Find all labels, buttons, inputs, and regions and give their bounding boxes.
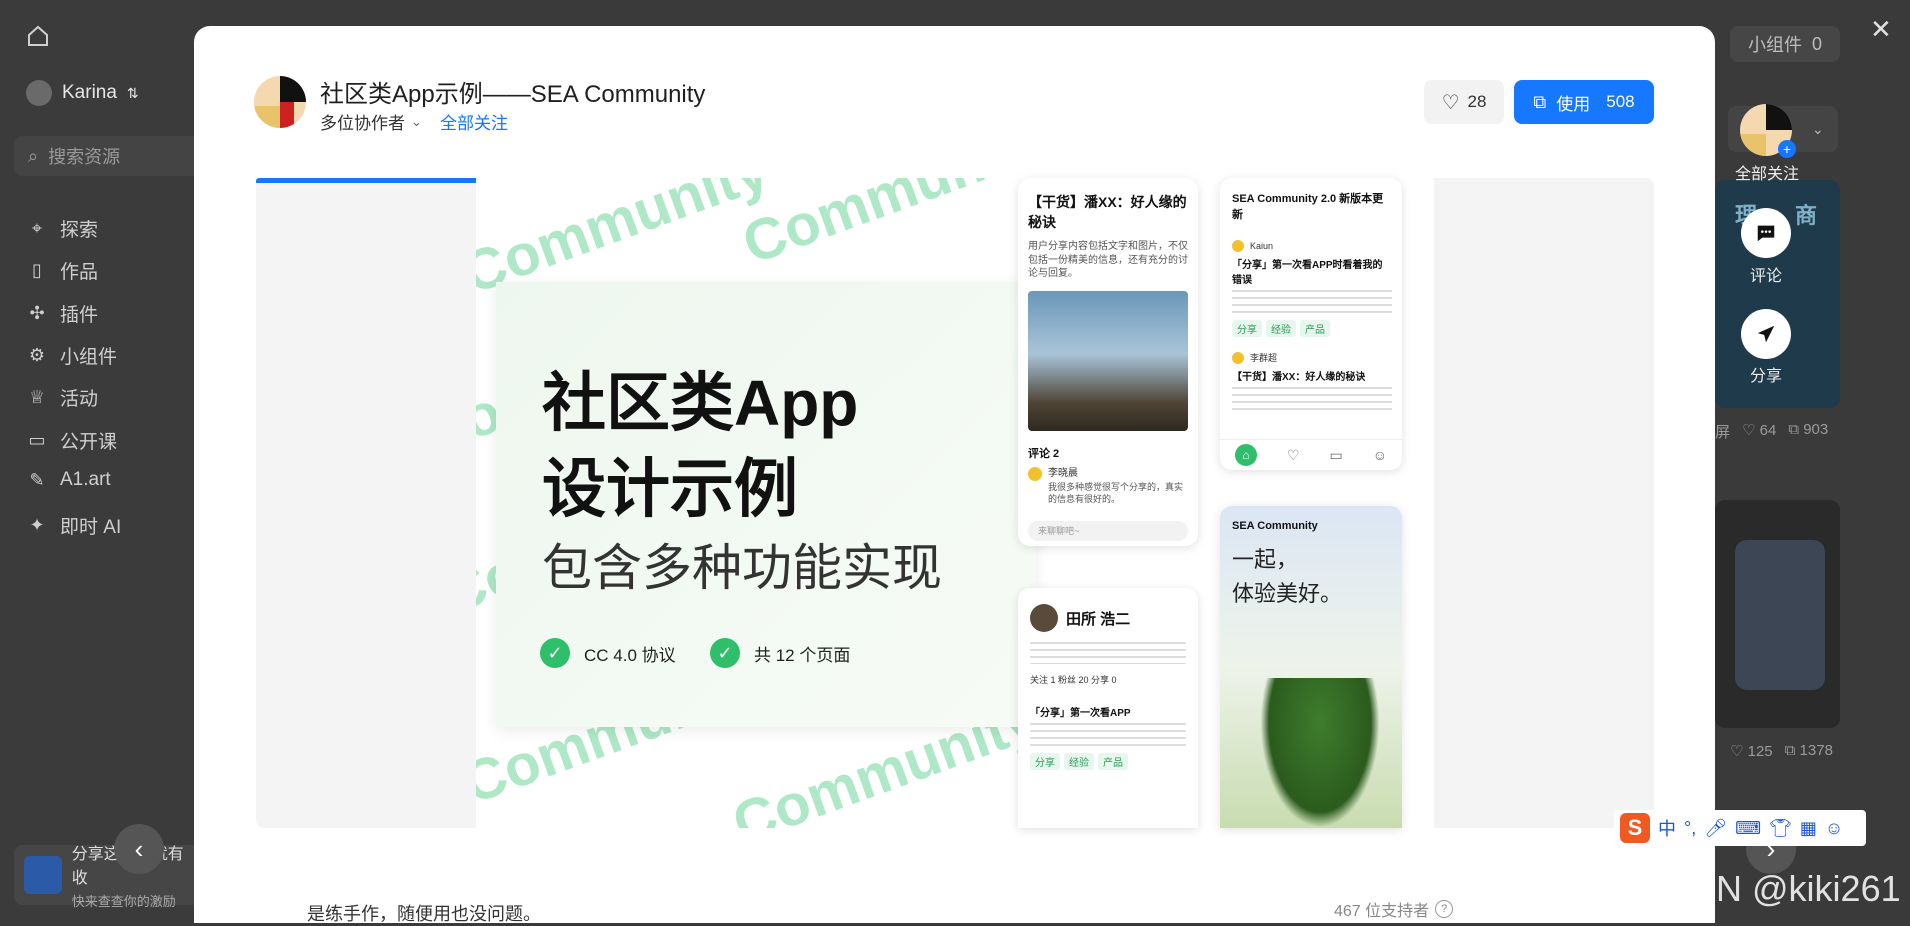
close-icon[interactable]: ✕ <box>1870 14 1892 45</box>
switch-icon: ⇅ <box>126 84 139 101</box>
bg-card-2[interactable] <box>1715 500 1840 728</box>
skin-icon[interactable]: 👕︎ <box>1769 818 1792 839</box>
bg-card-2-meta: ♡ 125 ⧉ 1378 <box>1730 742 1833 760</box>
copy-icon: ⧉ <box>1533 91 1547 112</box>
user-avatar <box>26 80 52 106</box>
like-button[interactable]: ♡ 28 <box>1424 80 1504 124</box>
chevron-down-icon: ⌄ <box>411 113 422 129</box>
phone-mockup-post: 【干货】潘XX：好人缘的秘诀 用户分享内容包括文字和图片，不仅包括一份精美的信息… <box>1018 178 1198 546</box>
nav-item-plugins[interactable]: ✣ 插件 <box>26 300 98 327</box>
comment-label: 评论 <box>1749 268 1782 285</box>
pages-check: ✓ 共 12 个页面 <box>710 638 850 668</box>
hero-line-3: 包含多种功能实现 <box>542 540 942 596</box>
carousel-prev-button[interactable]: ‹ <box>114 824 164 874</box>
resource-description: 是练手作，随便用也没问题。 <box>307 904 541 924</box>
bg-card-1-meta: 屏 ♡ 64 ⧉ 903 <box>1715 421 1829 441</box>
help-icon: ? <box>1435 900 1454 918</box>
widget-tab[interactable]: 小组件 0 <box>1730 26 1840 62</box>
document-icon: ▯ <box>32 260 42 280</box>
nav-item-events[interactable]: ♕ 活动 <box>26 384 98 411</box>
background-sidebar: Karina ⇅ ⌕ 搜索资源 ⌖ 探索 ▯ 作品 ✣ 插件 ⚙ 小组件 ♕ 活动 ▭ 公开… <box>0 0 244 923</box>
resource-title: 社区类App示例——SEA Community <box>320 81 706 108</box>
gear-icon: ⚙ <box>28 345 46 365</box>
nav-item-widgets[interactable]: ⚙ 小组件 <box>26 342 117 369</box>
collaborators-dropdown[interactable]: 多位协作者 ⌄ <box>320 109 422 134</box>
nav-item-instant-ai[interactable]: ✦ 即时 AI <box>26 512 121 539</box>
punctuation-icon[interactable]: °, <box>1684 818 1696 839</box>
license-check: ✓ CC 4.0 协议 <box>540 638 676 668</box>
nav-item-explore[interactable]: ⌖ 探索 <box>26 215 98 242</box>
chevron-down-icon: ⌄ <box>1812 120 1824 137</box>
check-icon: ✓ <box>540 638 570 668</box>
use-button[interactable]: ⧉ 使用 508 <box>1514 80 1654 124</box>
search-placeholder: 搜索资源 <box>48 147 121 167</box>
explore-icon: ⌖ <box>31 218 43 238</box>
plugin-icon: ✣ <box>29 303 45 323</box>
side-follow-label: 全部关注 <box>1734 166 1799 183</box>
nav-item-a1art[interactable]: ✎ A1.art <box>26 469 110 491</box>
ai-icon: ✦ <box>29 515 45 535</box>
ime-toolbar[interactable]: S 中 °, 🎤︎ ⌨ 👕︎ ▦ ☺ <box>1614 810 1866 846</box>
book-icon: ▭ <box>28 430 46 450</box>
home-icon[interactable] <box>26 24 50 48</box>
hero-line-2: 设计示例 <box>542 453 798 525</box>
phone-mockup-profile: 田所 浩二 关注 1 粉丝 20 分享 0 「分享」第一次看APP 分享 经验 产品 <box>1018 588 1198 828</box>
author-avatar[interactable] <box>254 76 306 128</box>
promo-banner[interactable]: 分享这资源就有收 快来查查你的激励 <box>14 845 199 909</box>
share-button[interactable] <box>1741 309 1791 359</box>
hero-line-1: 社区类App <box>542 367 859 439</box>
sogou-logo-icon: S <box>1620 813 1650 843</box>
nav-item-works[interactable]: ▯ 作品 <box>26 257 98 284</box>
author-follow-avatar[interactable]: + <box>1740 104 1796 158</box>
microphone-icon[interactable]: 🎤︎ <box>1704 818 1727 839</box>
user-switcher[interactable]: Karina ⇅ <box>26 80 139 106</box>
grid-icon[interactable]: ▦ <box>1800 818 1817 839</box>
phone-mockup-feed: SEA Community 2.0 新版本更新 Kaiun 「分享」第一次看AP… <box>1220 178 1402 470</box>
keyboard-icon[interactable]: ⌨ <box>1735 818 1761 839</box>
share-label: 分享 <box>1749 368 1782 385</box>
plus-icon: + <box>1778 140 1796 158</box>
phone-mockup-splash: SEA Community 一起， 体验美好。 <box>1220 506 1402 828</box>
supporters-count: 467 位支持者 ? <box>1334 897 1454 921</box>
follow-all-link[interactable]: 全部关注 <box>440 109 508 134</box>
nav-item-courses[interactable]: ▭ 公开课 <box>26 427 117 454</box>
check-icon: ✓ <box>710 638 740 668</box>
emoji-icon[interactable]: ☺ <box>1825 818 1843 839</box>
search-icon: ⌕ <box>28 145 39 166</box>
brush-icon: ✎ <box>29 469 45 490</box>
post-photo <box>1028 290 1188 431</box>
comment-button[interactable] <box>1741 208 1791 258</box>
user-name: Karina <box>62 82 117 103</box>
promo-logo <box>24 856 62 894</box>
trophy-icon: ♕ <box>28 387 46 407</box>
csdn-watermark: CSDN @kiki261 <box>1640 868 1901 909</box>
heart-icon: ♡ <box>1441 91 1460 114</box>
